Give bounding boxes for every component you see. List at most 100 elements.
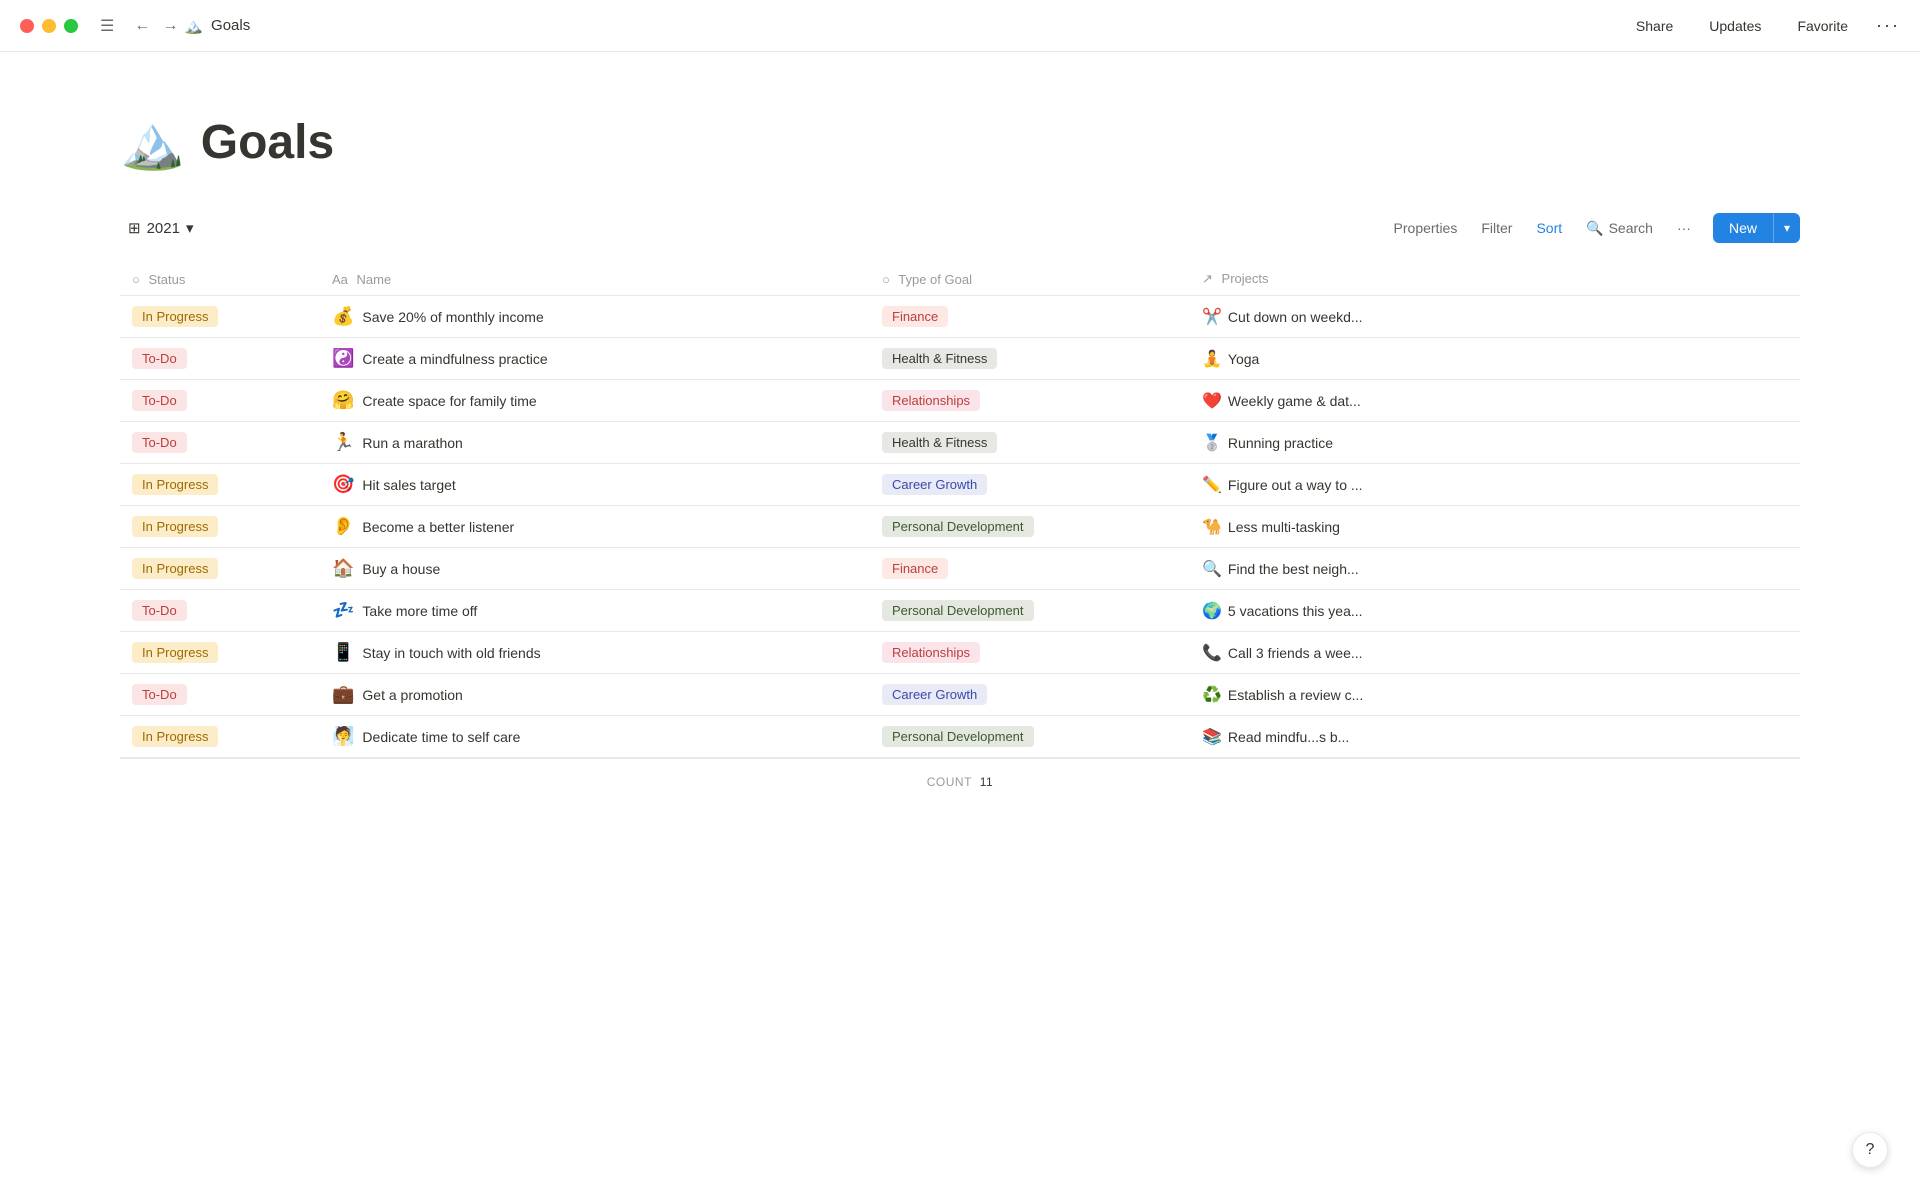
sort-button[interactable]: Sort: [1526, 214, 1572, 242]
goal-type-badge: Health & Fitness: [882, 432, 997, 453]
project-cell: ✂️ Cut down on weekd...: [1190, 296, 1800, 338]
table-row[interactable]: In Progress 👂 Become a better listener P…: [120, 506, 1800, 548]
project-icon: 📞: [1202, 643, 1222, 663]
status-badge: To-Do: [132, 390, 187, 411]
status-badge: In Progress: [132, 726, 218, 747]
goal-type-col-label: Type of Goal: [898, 272, 972, 287]
toolbar: ⊞ 2021 ▾ Properties Filter Sort 🔍 Search…: [120, 213, 1800, 251]
traffic-lights: [20, 19, 78, 33]
table-header: ○ Status Aa Name ○ Type of Goal ↗ Projec…: [120, 263, 1800, 296]
goal-type-badge: Career Growth: [882, 684, 987, 705]
project-icon: ✂️: [1202, 307, 1222, 327]
table-row[interactable]: In Progress 📱 Stay in touch with old fri…: [120, 632, 1800, 674]
status-cell: To-Do: [120, 338, 320, 380]
table-row[interactable]: To-Do 💤 Take more time off Personal Deve…: [120, 590, 1800, 632]
project-name: Find the best neigh...: [1228, 561, 1359, 577]
row-name: Run a marathon: [362, 435, 462, 451]
count-value: 11: [980, 775, 993, 789]
table-row[interactable]: In Progress 🧖 Dedicate time to self care…: [120, 716, 1800, 758]
row-name: Save 20% of monthly income: [362, 309, 543, 325]
minimize-button[interactable]: [42, 19, 56, 33]
table-row[interactable]: To-Do 🏃 Run a marathon Health & Fitness …: [120, 422, 1800, 464]
name-cell: 💰 Save 20% of monthly income: [320, 296, 870, 338]
name-cell: 💼 Get a promotion: [320, 674, 870, 716]
status-badge: In Progress: [132, 306, 218, 327]
help-button[interactable]: ?: [1852, 1132, 1888, 1168]
status-cell: To-Do: [120, 380, 320, 422]
row-icon: 🧖: [332, 726, 354, 747]
goal-type-cell: Career Growth: [870, 674, 1190, 716]
column-header-goal-type[interactable]: ○ Type of Goal: [870, 263, 1190, 296]
goal-type-cell: Career Growth: [870, 464, 1190, 506]
maximize-button[interactable]: [64, 19, 78, 33]
name-cell-content: 💤 Take more time off: [332, 600, 858, 621]
name-cell-content: 🎯 Hit sales target: [332, 474, 858, 495]
name-cell: 👂 Become a better listener: [320, 506, 870, 548]
column-header-projects[interactable]: ↗ Projects: [1190, 263, 1800, 296]
name-cell-content: 📱 Stay in touch with old friends: [332, 642, 858, 663]
name-cell-content: 🏠 Buy a house: [332, 558, 858, 579]
properties-button[interactable]: Properties: [1384, 214, 1468, 242]
goal-type-cell: Relationships: [870, 380, 1190, 422]
goal-type-badge: Relationships: [882, 642, 980, 663]
table-row[interactable]: In Progress 💰 Save 20% of monthly income…: [120, 296, 1800, 338]
row-name: Get a promotion: [362, 687, 462, 703]
forward-button[interactable]: →: [156, 13, 184, 39]
row-icon: 📱: [332, 642, 354, 663]
table-row[interactable]: To-Do 🤗 Create space for family time Rel…: [120, 380, 1800, 422]
goal-type-cell: Personal Development: [870, 590, 1190, 632]
row-icon: 💤: [332, 600, 354, 621]
updates-button[interactable]: Updates: [1701, 14, 1769, 38]
status-cell: To-Do: [120, 590, 320, 632]
project-icon: ✏️: [1202, 475, 1222, 495]
status-badge: To-Do: [132, 600, 187, 621]
count-label: COUNT: [927, 775, 972, 789]
projects-col-label: Projects: [1222, 271, 1269, 286]
titlebar: ☰ ← → 🏔️ Goals Share Updates Favorite ··…: [0, 0, 1920, 52]
column-header-name[interactable]: Aa Name: [320, 263, 870, 296]
back-button[interactable]: ←: [128, 13, 156, 39]
row-icon: 🎯: [332, 474, 354, 495]
status-col-icon: ○: [132, 272, 140, 287]
search-button[interactable]: 🔍 Search: [1576, 214, 1663, 243]
table-row[interactable]: In Progress 🏠 Buy a house Finance 🔍 Find…: [120, 548, 1800, 590]
table-row[interactable]: In Progress 🎯 Hit sales target Career Gr…: [120, 464, 1800, 506]
goal-type-cell: Finance: [870, 548, 1190, 590]
table-row[interactable]: To-Do 💼 Get a promotion Career Growth ♻️…: [120, 674, 1800, 716]
toolbar-more-button[interactable]: ···: [1667, 214, 1701, 242]
table-row[interactable]: To-Do ☯️ Create a mindfulness practice H…: [120, 338, 1800, 380]
row-icon: ☯️: [332, 348, 354, 369]
project-cell: 🥈 Running practice: [1190, 422, 1800, 464]
more-options-button[interactable]: ···: [1876, 15, 1900, 36]
project-cell: 🧘 Yoga: [1190, 338, 1800, 380]
filter-button[interactable]: Filter: [1471, 214, 1522, 242]
share-button[interactable]: Share: [1628, 14, 1681, 38]
row-icon: 💰: [332, 306, 354, 327]
name-cell-content: 💼 Get a promotion: [332, 684, 858, 705]
view-selector-button[interactable]: ⊞ 2021 ▾: [120, 215, 201, 241]
view-icon: ⊞: [128, 219, 141, 237]
status-badge: To-Do: [132, 432, 187, 453]
column-header-status[interactable]: ○ Status: [120, 263, 320, 296]
project-name: Weekly game & dat...: [1228, 393, 1361, 409]
project-name: 5 vacations this yea...: [1228, 603, 1363, 619]
project-cell: 🐪 Less multi-tasking: [1190, 506, 1800, 548]
row-name: Hit sales target: [362, 477, 455, 493]
favorite-button[interactable]: Favorite: [1789, 14, 1856, 38]
new-dropdown-button[interactable]: ▾: [1774, 214, 1800, 242]
row-icon: 🏃: [332, 432, 354, 453]
project-name: Running practice: [1228, 435, 1333, 451]
name-cell: 🤗 Create space for family time: [320, 380, 870, 422]
status-cell: In Progress: [120, 296, 320, 338]
new-button[interactable]: New: [1713, 213, 1773, 243]
project-name: Less multi-tasking: [1228, 519, 1340, 535]
goal-type-badge: Career Growth: [882, 474, 987, 495]
projects-col-icon: ↗: [1202, 271, 1213, 286]
main-content: 🏔️ Goals ⊞ 2021 ▾ Properties Filter Sort…: [0, 52, 1920, 845]
project-cell: 📞 Call 3 friends a wee...: [1190, 632, 1800, 674]
close-button[interactable]: [20, 19, 34, 33]
project-cell: ❤️ Weekly game & dat...: [1190, 380, 1800, 422]
project-content: 📚 Read mindfu...s b...: [1202, 727, 1788, 747]
goals-table: ○ Status Aa Name ○ Type of Goal ↗ Projec…: [120, 263, 1800, 805]
sidebar-toggle-button[interactable]: ☰: [94, 12, 120, 40]
